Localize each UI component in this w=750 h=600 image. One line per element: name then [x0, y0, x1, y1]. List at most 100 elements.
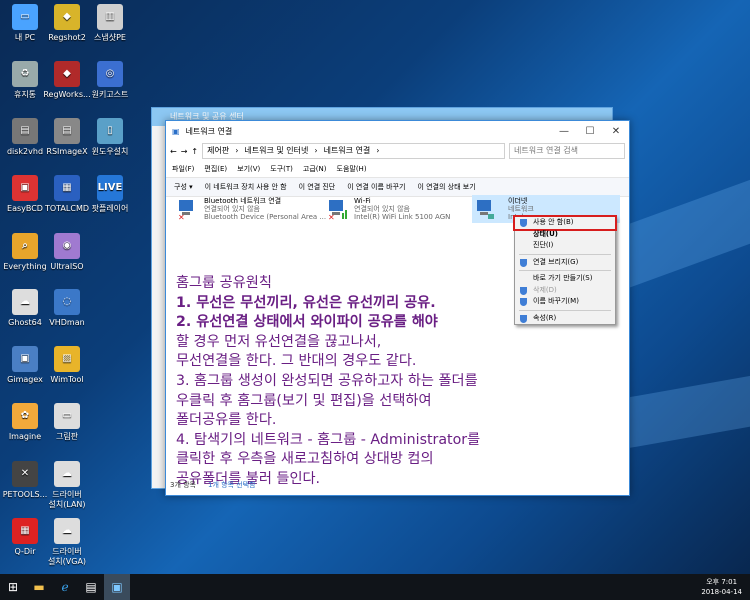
app-icon: ▯: [97, 118, 123, 144]
window-title: 네트워크 연결: [185, 126, 233, 136]
desktop-icon[interactable]: ◎ 원키고스트: [82, 61, 138, 100]
diagnose-button[interactable]: 이 연결 진단: [299, 182, 336, 192]
desktop-icon-label: 그림판: [55, 432, 79, 441]
ethernet-network-icon: [477, 200, 494, 219]
app-icon: ◎: [97, 61, 123, 87]
windows-start-icon[interactable]: ⊞: [0, 574, 26, 600]
desktop-icon[interactable]: ▨ WimTool: [39, 346, 95, 385]
connection-status: 네트워크: [508, 205, 534, 213]
app-icon: ▤: [12, 118, 38, 144]
address-bar-row: ← → ↑ 제어판 › 네트워크 및 인터넷 › 네트워크 연결 › 네트워크 연결 …: [166, 141, 629, 161]
menu-divider: [519, 253, 611, 255]
annotation-line: 무선연결을 한다. 그 반대의 경우도 같다.: [176, 353, 417, 370]
context-item-disable[interactable]: 사용 안 함(B): [513, 215, 617, 231]
app-icon: ▨: [54, 346, 80, 372]
annotation-line: 클릭한 후 우측을 새로고침하여 상대방 컴의: [176, 451, 434, 468]
desktop-icon-label: UltraISO: [50, 262, 84, 271]
breadcrumb-item[interactable]: 제어판: [207, 144, 229, 158]
menu-edit[interactable]: 편집(E): [204, 164, 227, 174]
app-icon: ▭: [54, 403, 80, 429]
annotation-line: 할 경우 먼저 유선연결을 끊고나서,: [176, 333, 382, 350]
network-connections-task-icon[interactable]: ▣: [104, 574, 130, 600]
app-icon: ▤: [54, 118, 80, 144]
desktop-icon[interactable]: ▭ 그림판: [39, 403, 95, 442]
wifi-network-icon: ✕: [328, 200, 347, 221]
breadcrumb-item[interactable]: 네트워크 및 인터넷: [244, 144, 308, 158]
app-icon: ▣: [12, 346, 38, 372]
svg-text:✕: ✕: [328, 213, 335, 221]
minimize-button[interactable]: —: [551, 126, 577, 137]
app-icon: ◌: [54, 289, 80, 315]
bluetooth-network-icon: ✕: [178, 200, 193, 221]
system-clock[interactable]: 오후 7:01 2018-04-14: [701, 577, 742, 597]
desktop-icon-label: 팟플레이어: [91, 204, 129, 213]
svg-text:✕: ✕: [178, 213, 185, 221]
shield-icon: [520, 258, 527, 267]
desktop-icon[interactable]: ◉ UltraISO: [39, 233, 95, 272]
view-status-button[interactable]: 이 연결의 상태 보기: [417, 182, 475, 192]
app-icon: ◉: [54, 233, 80, 259]
annotation-line: 홈그룹 공유원칙: [176, 275, 272, 291]
control-panel-icon[interactable]: ▤: [78, 574, 104, 600]
app-icon: ✿: [12, 403, 38, 429]
menu-view[interactable]: 보기(V): [237, 164, 260, 174]
app-icon: ✕: [12, 461, 38, 487]
app-icon: ▦: [54, 175, 80, 201]
desktop-icon[interactable]: LIVE 팟플레이어: [82, 175, 138, 214]
item-count: 3개 항목: [170, 481, 196, 489]
search-input[interactable]: 네트워크 연결 검색: [509, 143, 625, 159]
up-arrow-icon[interactable]: ↑: [191, 147, 198, 156]
desktop-icon[interactable]: ▥ 스냅샷PE: [82, 4, 138, 43]
maximize-button[interactable]: ☐: [577, 126, 603, 137]
forward-arrow-icon[interactable]: →: [181, 147, 188, 156]
app-icon: LIVE: [97, 175, 123, 201]
close-button[interactable]: ✕: [603, 126, 629, 137]
annotation-line: 폴더공유를 한다.: [176, 412, 277, 429]
context-item-status[interactable]: 상태(U): [515, 229, 615, 241]
annotation-line: 우클릭 후 홈그룹(보기 및 편집)을 선택하여: [176, 392, 432, 409]
desktop-icon[interactable]: ▯ 윈도우설치: [82, 118, 138, 157]
desktop-icon-label: VHDman: [49, 318, 85, 327]
desktop-icon-label: 드라이버 설치(LAN): [48, 490, 86, 509]
menu-tools[interactable]: 도구(T): [270, 164, 293, 174]
app-icon: ⌕: [12, 233, 38, 259]
disable-device-button[interactable]: 이 네트워크 장치 사용 안 함: [205, 182, 287, 192]
menu-help[interactable]: 도움말(H): [337, 164, 367, 174]
annotation-text: 홈그룹 공유원칙 1. 무선은 무선끼리, 유선은 유선끼리 공유. 2. 유선…: [176, 274, 566, 490]
internet-explorer-icon[interactable]: ℯ: [52, 574, 78, 600]
app-icon: ▭: [12, 4, 38, 30]
organize-button[interactable]: 구성 ▾: [174, 182, 193, 192]
desktop-icon-label: 드라이버 설치(VGA): [47, 547, 87, 566]
window-titlebar[interactable]: ▣ 네트워크 연결 — ☐ ✕: [166, 121, 629, 141]
app-icon: ◆: [54, 4, 80, 30]
rename-button[interactable]: 이 연결 이름 바꾸기: [347, 182, 405, 192]
desktop-icon-label: WimTool: [50, 375, 84, 384]
app-icon: ☁: [54, 518, 80, 544]
breadcrumb-item[interactable]: 네트워크 연결: [324, 144, 371, 158]
desktop-icon-label: 스냅샷PE: [94, 33, 126, 42]
desktop-icon[interactable]: ☁ 드라이버 설치(VGA): [39, 518, 95, 567]
file-explorer-icon[interactable]: ▬: [26, 574, 52, 600]
desktop-icon[interactable]: ☁ 드라이버 설치(LAN): [39, 461, 95, 510]
menu-advanced[interactable]: 고급(N): [303, 164, 327, 174]
app-icon: ▣: [12, 175, 38, 201]
menu-bar: 파일(F) 편집(E) 보기(V) 도구(T) 고급(N) 도움말(H): [166, 161, 629, 177]
menu-file[interactable]: 파일(F): [172, 164, 194, 174]
annotation-line: 3. 홈그룹 생성이 완성되면 공유하고자 하는 폴더를: [176, 372, 478, 389]
context-item-bridge[interactable]: 연결 브리지(G): [515, 257, 615, 269]
network-icon: ▣: [172, 126, 180, 136]
breadcrumb[interactable]: 제어판 › 네트워크 및 인터넷 › 네트워크 연결 ›: [202, 143, 505, 159]
menu-divider: [519, 270, 611, 271]
connection-name: 이더넷: [508, 197, 528, 205]
connection-name: Wi-Fi: [354, 197, 371, 205]
connection-bluetooth[interactable]: ✕ Bluetooth 네트워크 연결 연결되어 있지 않음 Bluetooth…: [176, 197, 326, 223]
connection-device: Bluetooth Device (Personal Area ...: [204, 213, 327, 221]
context-item-diagnose[interactable]: 진단(I): [515, 240, 615, 252]
connection-wifi[interactable]: ✕ Wi-Fi 연결되어 있지 않음 Intel(R) WiFi Link 51…: [326, 197, 476, 223]
desktop-icon[interactable]: ◌ VHDman: [39, 289, 95, 328]
back-arrow-icon[interactable]: ←: [170, 147, 177, 156]
app-icon: ☁: [54, 461, 80, 487]
connection-name: Bluetooth 네트워크 연결: [204, 197, 282, 205]
status-bar: 3개 항목 1개 항목 선택함: [170, 480, 256, 490]
annotation-line: 4. 탐색기의 네트워크 - 홈그룹 - Administrator를: [176, 431, 481, 448]
